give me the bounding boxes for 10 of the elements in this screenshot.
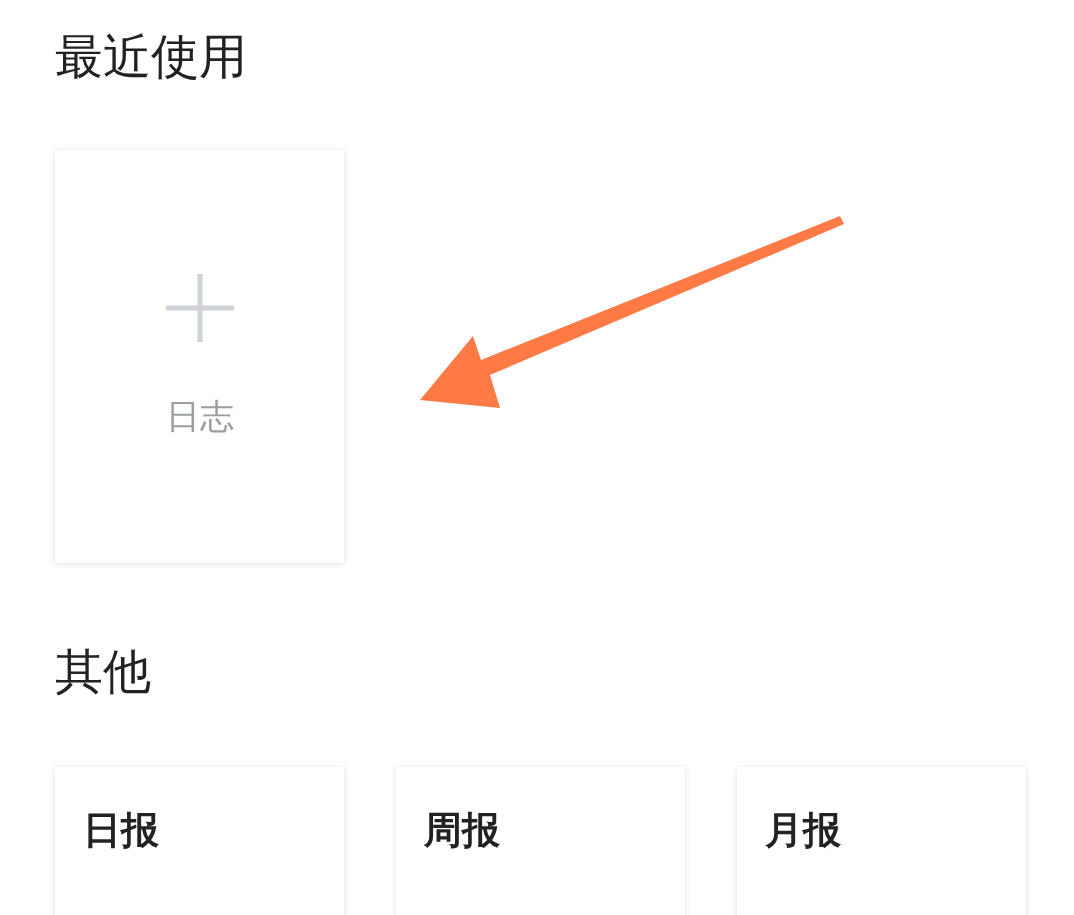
template-card[interactable]: 周报 (396, 767, 685, 915)
section-title: 其他 (55, 647, 152, 695)
card-title: 日报 (83, 807, 160, 854)
template-card[interactable]: 日报 (55, 767, 344, 915)
card-title: 周报 (424, 807, 501, 854)
plus-icon (165, 274, 234, 342)
section-title: 最近使用 (55, 32, 248, 80)
template-card[interactable]: 月报 (737, 767, 1026, 915)
card-label: 日志 (165, 395, 234, 438)
card-title: 月报 (765, 807, 842, 854)
